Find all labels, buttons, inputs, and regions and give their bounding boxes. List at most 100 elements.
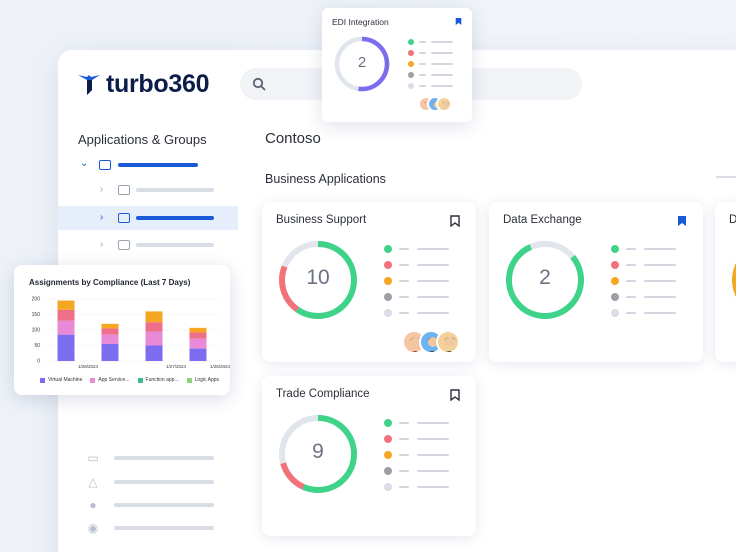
card-title: EDI Integration [332, 17, 389, 27]
legend-item [408, 72, 453, 78]
legend-dot [384, 451, 392, 459]
legend-label: App Service... [98, 377, 130, 383]
legend-swatch [137, 377, 143, 383]
legend-line [431, 85, 453, 87]
legend-item [408, 83, 453, 89]
x-tick-label: 1/26/2024 [210, 364, 230, 369]
legend-dash [626, 279, 636, 283]
legend-dash [399, 421, 409, 425]
legend-line [417, 295, 449, 299]
app-card-partial[interactable]: D [715, 202, 736, 362]
legend-item: Function app... [137, 377, 179, 383]
bookmark-outline-icon[interactable] [450, 215, 460, 227]
legend-dash [626, 311, 636, 315]
legend-item [408, 50, 453, 56]
chevron-right-icon[interactable]: › [100, 212, 103, 223]
y-tick-label: 150 [32, 312, 41, 318]
avatar-group[interactable] [418, 96, 452, 112]
donut-count: 2 [539, 266, 551, 289]
legend-dot [408, 83, 414, 89]
chevron-down-icon[interactable]: ⌄ [80, 158, 88, 169]
legend-dot [384, 245, 392, 253]
legend-line [644, 247, 676, 251]
tree-item-label [136, 188, 214, 192]
app-card-business-support[interactable]: Business Support 10 [262, 202, 476, 362]
nav-label [114, 456, 214, 460]
avatar-group[interactable] [402, 330, 460, 354]
chevron-right-icon[interactable]: › [100, 184, 103, 195]
legend-item [384, 483, 449, 491]
stacked-bar-chart: 0 50 100 150 200 1/28/2024 1/27/2024 1/26/2024 [32, 297, 230, 370]
legend-item [384, 261, 449, 269]
bar-segment [189, 348, 207, 361]
legend-line [417, 311, 449, 315]
tree-group-root[interactable]: ⌄ [58, 153, 238, 177]
compliance-chart-card[interactable]: Assignments by Compliance (Last 7 Days) … [14, 265, 230, 395]
y-tick-label: 0 [37, 359, 40, 365]
legend-line [417, 421, 449, 425]
legend-line [417, 453, 449, 457]
bar-segment [57, 309, 75, 321]
bar-segment [101, 328, 119, 335]
avatar[interactable] [436, 96, 452, 112]
legend-line [417, 247, 449, 251]
legend-swatch [40, 377, 45, 383]
page-title: Contoso [265, 130, 321, 147]
section-title: Business Applications [265, 172, 386, 186]
bookmark-filled-icon[interactable] [455, 17, 462, 26]
legend-dash [419, 52, 426, 54]
legend-item [611, 261, 676, 269]
legend-dot [408, 61, 414, 67]
bar-segment [57, 300, 75, 310]
chart-legend: Virtual Machine App Service... Function ap… [40, 377, 219, 383]
legend-line [417, 485, 449, 489]
avatar[interactable] [436, 330, 460, 354]
legend-dot [611, 309, 619, 317]
card-title: Business Support [276, 214, 367, 226]
donut-count: 10 [306, 266, 330, 289]
users-icon: ◉ [87, 521, 99, 535]
legend-dash [399, 453, 409, 457]
legend-item [611, 277, 676, 285]
sidebar-nav-users[interactable]: ◉ [86, 520, 216, 536]
nav-label [114, 480, 214, 484]
sidebar-nav-user[interactable]: ● [86, 497, 216, 513]
tree-item-1[interactable]: › [58, 178, 238, 202]
donut-count: 9 [312, 440, 324, 463]
legend-dot [408, 50, 414, 56]
legend-line [417, 469, 449, 473]
turbo360-logo-icon [78, 74, 100, 95]
legend-dash [399, 469, 409, 473]
legend-item [384, 467, 449, 475]
legend-dash [419, 63, 426, 65]
tree-item-2-selected[interactable]: › [58, 206, 238, 230]
legend-dash [399, 295, 409, 299]
legend-item [611, 293, 676, 301]
brand-name: turbo360 [106, 70, 210, 98]
tree-item-3[interactable]: › [58, 233, 238, 257]
legend-dot [611, 261, 619, 269]
bar-segment [189, 338, 207, 349]
sidebar-nav-alerts[interactable]: △ [86, 474, 216, 490]
legend-dash [626, 263, 636, 267]
brand-logo[interactable]: turbo360 [78, 70, 209, 99]
sidebar-nav-monitor[interactable]: ▭ [86, 450, 216, 466]
folder-icon [118, 213, 130, 223]
card-title: Data Exchange [503, 214, 582, 226]
bookmark-filled-icon[interactable] [677, 215, 687, 227]
legend-line [644, 263, 676, 267]
nav-label [114, 503, 214, 507]
edi-integration-card[interactable]: EDI Integration 2 [322, 8, 472, 122]
y-tick-label: 50 [34, 343, 40, 349]
legend-dash [399, 311, 409, 315]
folder-icon [118, 240, 130, 250]
legend-dash [399, 263, 409, 267]
legend-dot [408, 39, 414, 45]
legend-item [384, 293, 449, 301]
app-card-data-exchange[interactable]: Data Exchange 2 [489, 202, 703, 362]
app-card-trade-compliance[interactable]: Trade Compliance 9 [262, 376, 476, 536]
bookmark-outline-icon[interactable] [450, 389, 460, 401]
sidebar-title: Applications & Groups [78, 132, 207, 147]
legend-dash [626, 295, 636, 299]
chevron-right-icon[interactable]: › [100, 239, 103, 250]
